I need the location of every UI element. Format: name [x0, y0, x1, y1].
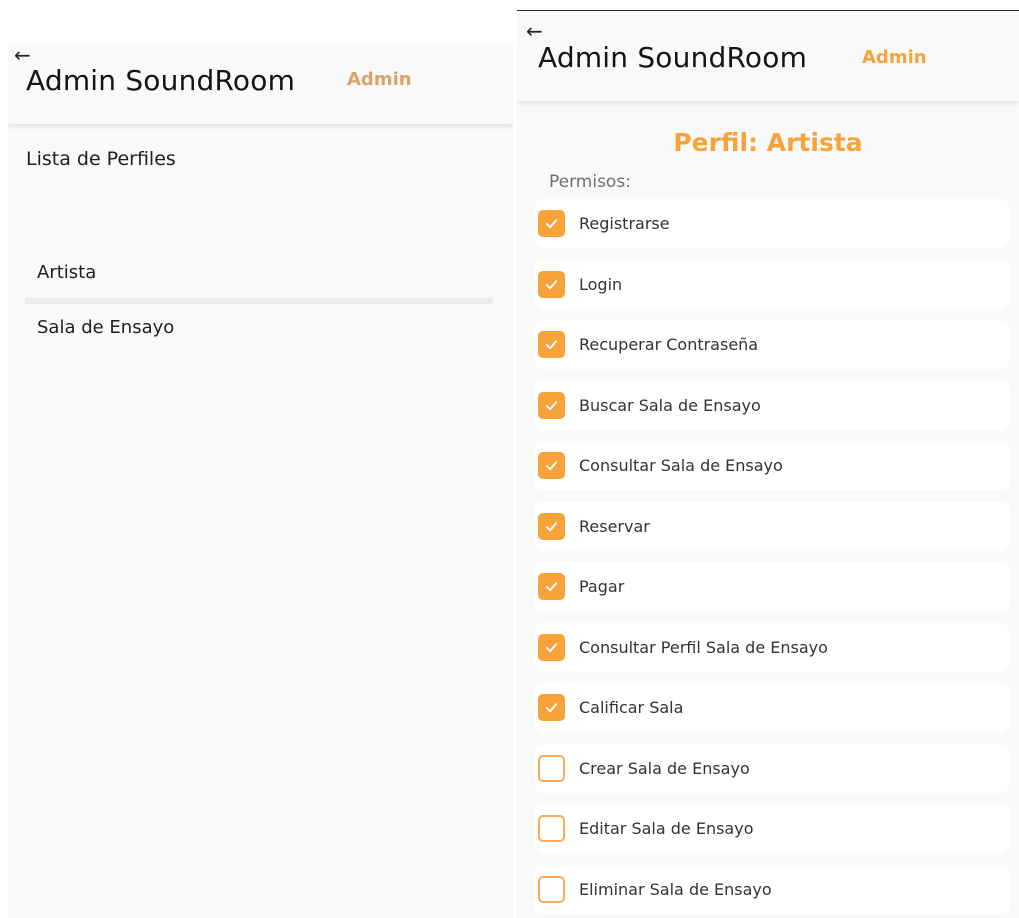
checkmark-icon	[545, 219, 558, 229]
app-title: Admin SoundRoom	[538, 41, 808, 74]
profile-item-label: Sala de Ensayo	[37, 316, 175, 338]
permission-row[interactable]: Consultar Sala de Ensayo	[534, 441, 1010, 490]
permission-row[interactable]: Eliminar Sala de Ensayo	[534, 864, 1010, 914]
checkmark-icon	[545, 582, 558, 592]
checkmark-icon	[545, 521, 558, 531]
profile-item-sala-de-ensayo[interactable]: Sala de Ensayo	[25, 298, 493, 350]
checkmark-icon	[545, 461, 558, 471]
permission-checkbox[interactable]	[538, 875, 565, 903]
permission-checkbox[interactable]	[538, 452, 565, 479]
permission-row[interactable]: Recuperar Contraseña	[534, 320, 1010, 369]
checkmark-icon	[545, 703, 558, 713]
permission-checkbox[interactable]	[538, 754, 565, 782]
profile-title: Perfil: Artista	[673, 128, 863, 157]
permission-checkbox[interactable]	[538, 694, 565, 721]
permission-list: Registrarse Login Recuperar Contraseña Busc…	[534, 199, 1010, 918]
permission-label: Consultar Sala de Ensayo	[579, 456, 783, 475]
role-label: Admin	[862, 47, 927, 68]
permission-row[interactable]: Reservar	[534, 501, 1010, 551]
section-label: Lista de Perfiles	[26, 148, 176, 170]
permission-label: Registrarse	[579, 214, 670, 233]
checkmark-icon	[545, 340, 558, 350]
checkmark-icon	[545, 400, 558, 410]
app-title: Admin SoundRoom	[26, 64, 296, 97]
checkmark-icon	[545, 279, 558, 289]
permission-checkbox[interactable]	[538, 633, 565, 661]
profile-list: Artista Sala de Ensayo	[25, 246, 493, 350]
permission-row[interactable]: Crear Sala de Ensayo	[534, 743, 1010, 793]
permission-label: Reservar	[579, 516, 650, 536]
app-header: ← Admin SoundRoom Admin	[517, 11, 1019, 101]
permission-label: Consultar Perfil Sala de Ensayo	[579, 637, 828, 657]
permission-row[interactable]: Editar Sala de Ensayo	[534, 804, 1010, 853]
back-arrow-icon[interactable]: ←	[14, 45, 31, 65]
profile-item-artista[interactable]: Artista	[25, 246, 493, 298]
permission-label: Eliminar Sala de Ensayo	[579, 879, 772, 899]
permission-checkbox[interactable]	[538, 331, 565, 358]
permission-row[interactable]: Consultar Perfil Sala de Ensayo	[534, 622, 1010, 672]
app-header: ← Admin SoundRoom Admin	[8, 44, 513, 124]
permission-label: Editar Sala de Ensayo	[579, 819, 754, 838]
permission-row[interactable]: Calificar Sala	[534, 683, 1010, 732]
permission-label: Calificar Sala	[579, 698, 684, 717]
permission-label: Login	[579, 274, 623, 294]
permission-checkbox[interactable]	[538, 512, 565, 540]
permission-label: Crear Sala de Ensayo	[579, 758, 750, 778]
role-label: Admin	[347, 69, 412, 90]
permission-checkbox[interactable]	[538, 391, 565, 419]
permissions-label: Permisos:	[549, 172, 631, 192]
profile-detail-screen: ← Admin SoundRoom Admin Perfil: Artista …	[517, 10, 1019, 918]
back-arrow-icon[interactable]: ←	[526, 21, 543, 41]
permission-checkbox[interactable]	[538, 573, 565, 600]
permission-row[interactable]: Login	[534, 259, 1010, 309]
permission-row[interactable]: Pagar	[534, 562, 1010, 611]
permission-checkbox[interactable]	[538, 210, 565, 237]
permission-checkbox[interactable]	[538, 270, 565, 298]
profiles-list-screen: ← Admin SoundRoom Admin Lista de Perfile…	[8, 44, 513, 918]
permission-label: Recuperar Contraseña	[579, 335, 759, 354]
permission-row[interactable]: Registrarse	[534, 199, 1010, 248]
permission-label: Pagar	[579, 577, 625, 596]
permission-checkbox[interactable]	[538, 815, 565, 842]
permission-row[interactable]: Buscar Sala de Ensayo	[534, 380, 1010, 430]
profile-item-label: Artista	[37, 261, 97, 283]
checkmark-icon	[545, 642, 558, 652]
permission-label: Buscar Sala de Ensayo	[579, 395, 761, 415]
